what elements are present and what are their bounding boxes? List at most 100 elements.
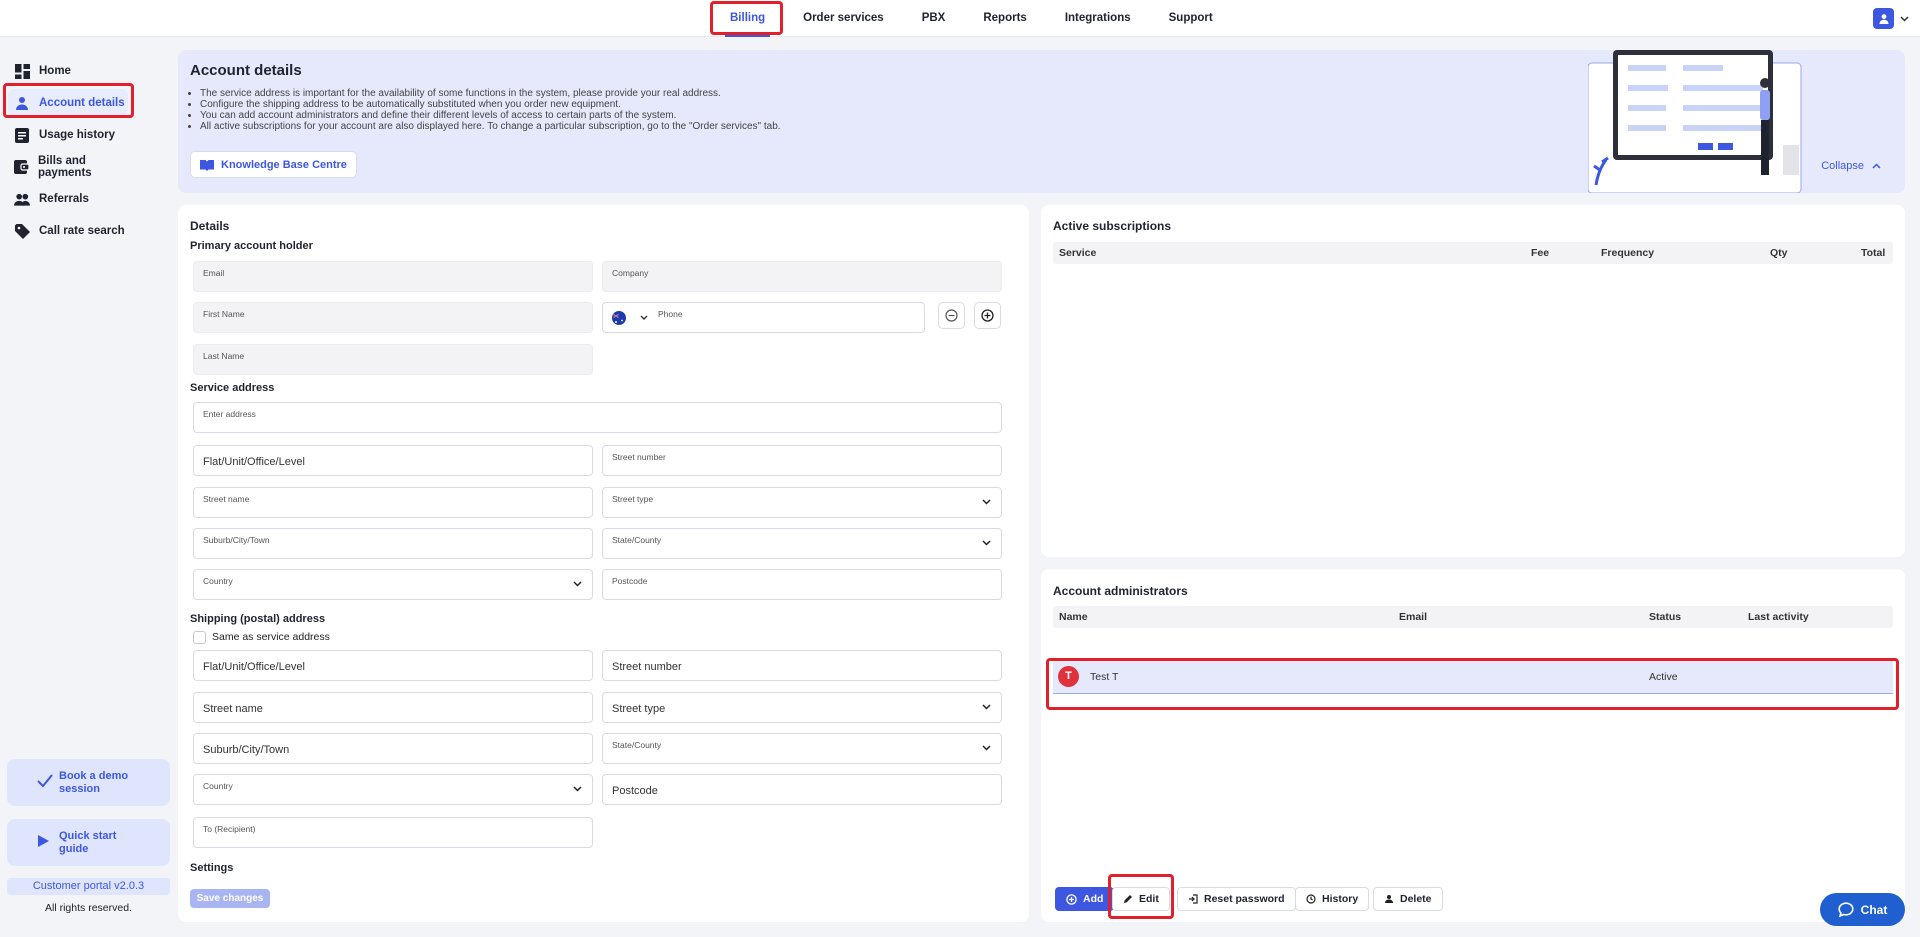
company-field[interactable]: Company — [602, 261, 1002, 292]
sidebar-item-bills-and-payments[interactable]: Bills and payments — [8, 153, 128, 181]
service-street-name-label: Street name — [203, 494, 250, 504]
table-row[interactable]: T Test T Active — [1053, 659, 1893, 694]
clock-icon — [1306, 894, 1316, 904]
sidebar-item-home[interactable]: Home — [8, 57, 128, 85]
chevron-down-icon — [982, 704, 991, 710]
service-country-select[interactable]: Country — [193, 569, 593, 600]
subscriptions-title: Active subscriptions — [1053, 219, 1172, 233]
service-address-heading: Service address — [190, 382, 275, 394]
top-bar: Billing Order services PBX Reports Integ… — [0, 0, 1920, 37]
sidebar-item-usage-history[interactable]: Usage history — [8, 121, 128, 149]
sidebar-item-label: Account details — [39, 97, 125, 109]
delete-label: Delete — [1400, 893, 1432, 905]
tab-integrations[interactable]: Integrations — [1046, 0, 1150, 37]
first-name-field[interactable]: First Name — [193, 302, 593, 333]
sidebar-item-account-details[interactable]: Account details — [8, 89, 128, 117]
column-status: Status — [1649, 611, 1682, 623]
service-state-select[interactable]: State/County — [602, 528, 1002, 559]
sidebar-item-label: Usage history — [39, 129, 116, 141]
save-changes-button[interactable]: Save changes — [190, 889, 270, 908]
top-navigation: Billing Order services PBX Reports Integ… — [711, 0, 1232, 37]
column-total: Total — [1861, 247, 1886, 259]
administrators-panel: Account administrators Name Email Status… — [1041, 569, 1905, 922]
checkmark-icon — [37, 774, 53, 788]
chat-button[interactable]: Chat — [1820, 893, 1905, 926]
service-suburb-label: Suburb/City/Town — [203, 535, 270, 545]
shipping-suburb-field[interactable]: Suburb/City/Town — [193, 733, 593, 764]
sidebar-item-label: Call rate search — [39, 225, 125, 237]
flag-australia-icon[interactable] — [612, 311, 626, 325]
dashboard-icon — [14, 63, 30, 79]
tab-pbx[interactable]: PBX — [903, 0, 965, 37]
details-panel: Details Primary account holder Email Com… — [178, 205, 1029, 922]
user-remove-icon — [1385, 895, 1393, 903]
shipping-state-label: State/County — [612, 740, 662, 750]
column-fee: Fee — [1531, 247, 1550, 259]
shipping-street-number-placeholder: Street number — [612, 661, 682, 673]
quick-start-label: Quick start guide — [59, 829, 117, 855]
chat-bubble-icon — [1838, 902, 1854, 917]
shipping-postcode-field[interactable]: Postcode — [602, 774, 1002, 805]
shipping-street-type-select[interactable]: Street type — [602, 692, 1002, 723]
email-field[interactable]: Email — [193, 261, 593, 292]
last-name-field[interactable]: Last Name — [193, 344, 593, 375]
tab-order-services[interactable]: Order services — [784, 0, 903, 37]
quick-start-guide-button[interactable]: Quick start guide — [7, 819, 170, 866]
delete-admin-button[interactable]: Delete — [1373, 887, 1443, 911]
add-admin-button[interactable]: Add — [1055, 887, 1115, 911]
same-as-service-checkbox[interactable] — [193, 631, 206, 644]
service-flat-field[interactable]: Flat/Unit/Office/Level — [193, 445, 593, 476]
shipping-flat-field[interactable]: Flat/Unit/Office/Level — [193, 650, 593, 681]
shipping-state-select[interactable]: State/County — [602, 733, 1002, 764]
subscriptions-table-header: Service Fee Frequency Qty Total — [1053, 242, 1893, 264]
version-label: Customer portal v2.0.3 — [7, 878, 170, 895]
book-demo-button[interactable]: Book a demo session — [7, 759, 170, 806]
info-banner: Account details The service address is i… — [178, 50, 1905, 193]
sidebar-item-referrals[interactable]: Referrals — [8, 185, 128, 213]
chevron-down-icon[interactable] — [1900, 15, 1909, 22]
play-icon — [38, 835, 49, 847]
user-menu[interactable] — [1873, 8, 1909, 29]
chevron-down-icon — [573, 786, 582, 792]
user-avatar-icon[interactable] — [1873, 8, 1894, 29]
service-address-search-field[interactable]: Enter address — [193, 402, 1002, 433]
last-name-label: Last Name — [203, 351, 245, 361]
plus-circle-icon — [1066, 893, 1077, 905]
service-postcode-field[interactable]: Postcode — [602, 569, 1002, 600]
first-name-label: First Name — [203, 309, 245, 319]
edit-admin-button[interactable]: Edit — [1112, 887, 1170, 911]
chevron-down-icon[interactable] — [640, 315, 648, 321]
tab-reports[interactable]: Reports — [964, 0, 1045, 37]
shipping-country-select[interactable]: Country — [193, 774, 593, 805]
history-button[interactable]: History — [1295, 887, 1370, 911]
knowledge-base-button[interactable]: Knowledge Base Centre — [190, 151, 357, 178]
subscriptions-panel: Active subscriptions Service Fee Frequen… — [1041, 205, 1905, 557]
rights-label: All rights reserved. — [45, 902, 132, 914]
reset-password-button[interactable]: Reset password — [1177, 887, 1296, 911]
tab-billing[interactable]: Billing — [711, 0, 784, 37]
service-suburb-field[interactable]: Suburb/City/Town — [193, 528, 593, 559]
collapse-button[interactable]: Collapse — [1821, 160, 1881, 172]
service-street-name-field[interactable]: Street name — [193, 487, 593, 518]
phone-field[interactable]: Phone — [602, 302, 925, 333]
info-bullets: The service address is important for the… — [200, 88, 781, 132]
recipient-field[interactable]: To (Recipient) — [193, 817, 593, 848]
chevron-up-icon — [1872, 163, 1881, 169]
service-street-number-label: Street number — [612, 452, 666, 462]
people-icon — [14, 191, 30, 207]
service-street-type-label: Street type — [612, 494, 654, 504]
service-street-type-select[interactable]: Street type — [602, 487, 1002, 518]
shipping-address-heading: Shipping (postal) address — [190, 613, 326, 625]
shipping-street-name-field[interactable]: Street name — [193, 692, 593, 723]
shipping-street-name-placeholder: Street name — [203, 703, 263, 715]
shipping-street-number-field[interactable]: Street number — [602, 650, 1002, 681]
sidebar-item-call-rate-search[interactable]: Call rate search — [8, 217, 128, 245]
column-frequency: Frequency — [1601, 247, 1655, 259]
remove-phone-button[interactable] — [938, 302, 965, 329]
collapse-label: Collapse — [1821, 160, 1864, 172]
company-label: Company — [612, 268, 649, 278]
tab-support[interactable]: Support — [1150, 0, 1232, 37]
service-street-number-field[interactable]: Street number — [602, 445, 1002, 476]
add-phone-button[interactable] — [974, 302, 1001, 329]
chevron-down-icon — [982, 499, 991, 505]
